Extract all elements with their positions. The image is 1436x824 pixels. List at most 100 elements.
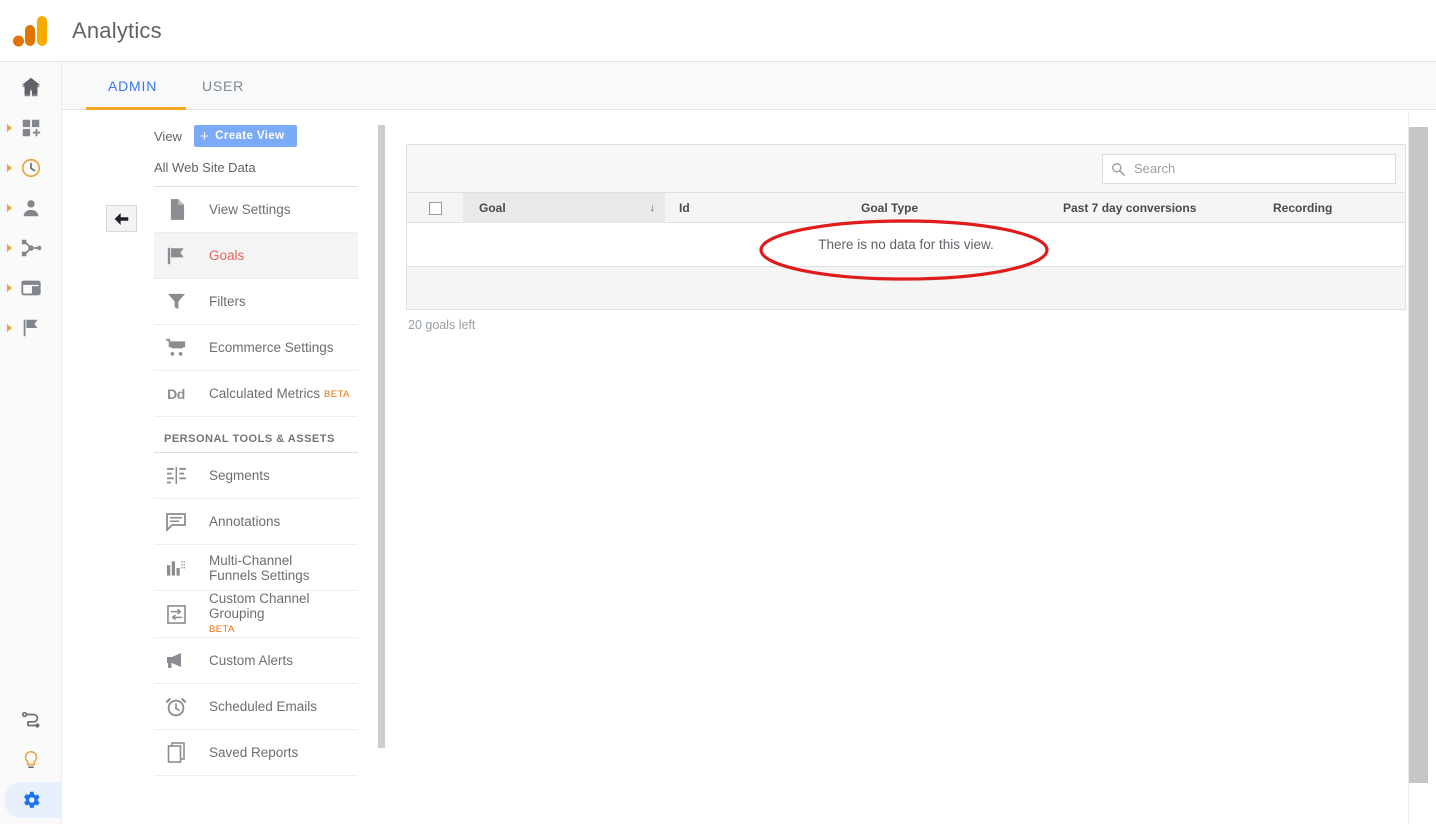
saved-reports-icon: [164, 742, 188, 764]
sort-descending-icon: ↓: [650, 202, 656, 214]
column-label: Goal: [479, 201, 506, 215]
select-all-checkbox[interactable]: [429, 202, 442, 215]
nav-label-text: Custom Channel Grouping: [209, 591, 310, 621]
nav-item-ecommerce-settings[interactable]: Ecommerce Settings: [154, 325, 358, 371]
nav-item-view-settings[interactable]: View Settings: [154, 187, 358, 233]
column-label: Id: [679, 201, 690, 215]
chevron-right-icon: [7, 204, 12, 212]
create-view-button[interactable]: + Create View: [194, 125, 297, 147]
plus-icon: +: [200, 129, 209, 144]
nav-item-multi-channel-funnels[interactable]: Multi-Channel Funnels Settings: [154, 545, 358, 591]
column-header-recording[interactable]: Recording: [1273, 193, 1403, 223]
attribution-path-icon: [20, 709, 42, 731]
view-label: View: [154, 129, 182, 144]
nav-label: Annotations: [209, 514, 280, 529]
flag-icon: [164, 245, 188, 267]
rail-item-attribution[interactable]: [0, 700, 62, 740]
funnel-icon: [164, 291, 188, 313]
chevron-right-icon: [7, 124, 12, 132]
page-scrollbar-thumb[interactable]: [1409, 127, 1428, 783]
nav-label: Segments: [209, 468, 270, 483]
realtime-clock-icon: [20, 157, 42, 179]
bar-chart-icon: [164, 557, 188, 579]
table-toolbar: [407, 145, 1405, 193]
rail-item-acquisition[interactable]: [0, 228, 62, 268]
chevron-right-icon: [7, 244, 12, 252]
personal-tools-list: Segments Annotations: [154, 453, 358, 776]
analytics-admin-page: Analytics: [0, 0, 1436, 824]
rail-item-realtime[interactable]: [0, 148, 62, 188]
panel-scrollbar[interactable]: [378, 125, 385, 748]
goals-table-card: Goal ↓ Id Goal Type Past 7 day conversio…: [406, 144, 1406, 310]
collapse-left-arrow-icon: [113, 212, 130, 226]
nav-item-goals[interactable]: Goals: [154, 233, 358, 279]
rail-bottom-group: [0, 700, 62, 820]
rail-item-discover[interactable]: [0, 740, 62, 780]
shopping-cart-icon: [164, 337, 188, 359]
tab-admin[interactable]: ADMIN: [108, 62, 157, 110]
nav-item-saved-reports[interactable]: Saved Reports: [154, 730, 358, 776]
admin-tabbar: ADMIN USER: [62, 62, 1436, 110]
collapse-panel-button[interactable]: [106, 205, 137, 232]
nav-label: Filters: [209, 294, 246, 309]
acquisition-share-icon: [20, 237, 42, 259]
conversions-flag-icon: [20, 317, 42, 339]
tab-user-label: USER: [202, 78, 244, 94]
chevron-right-icon: [7, 324, 12, 332]
section-header-personal-tools: PERSONAL TOOLS & ASSETS: [154, 417, 358, 453]
home-icon: [20, 75, 42, 97]
rail-item-conversions[interactable]: [0, 308, 62, 348]
nav-item-calculated-metrics[interactable]: Dd Calculated Metrics BETA: [154, 371, 358, 417]
nav-item-segments[interactable]: Segments: [154, 453, 358, 499]
tab-user[interactable]: USER: [202, 62, 244, 110]
analytics-logo-icon: [12, 14, 52, 48]
nav-label: Custom Alerts: [209, 653, 293, 668]
admin-gear-icon: [20, 789, 42, 811]
table-empty-message: There is no data for this view.: [407, 223, 1405, 267]
nav-label: Multi-Channel Funnels Settings: [209, 553, 344, 583]
rail-item-behavior[interactable]: [0, 268, 62, 308]
select-all-cell: [407, 193, 463, 223]
column-header-id[interactable]: Id: [665, 193, 861, 223]
column-label: Past 7 day conversions: [1063, 201, 1196, 215]
goals-left-label: 20 goals left: [406, 310, 1406, 332]
view-nav-list: View Settings Goals Filters: [154, 187, 358, 417]
column-header-past-7-day-conversions[interactable]: Past 7 day conversions: [1063, 193, 1273, 223]
nav-item-custom-alerts[interactable]: Custom Alerts: [154, 638, 358, 684]
nav-label: Goals: [209, 248, 244, 263]
behavior-window-icon: [20, 277, 42, 299]
nav-label-text: Calculated Metrics: [209, 386, 320, 401]
rail-item-customization[interactable]: [0, 108, 62, 148]
nav-item-annotations[interactable]: Annotations: [154, 499, 358, 545]
annotation-bubble-icon: [164, 511, 188, 533]
nav-label: Custom Channel Grouping BETA: [209, 591, 349, 637]
chevron-right-icon: [7, 164, 12, 172]
tab-admin-label: ADMIN: [108, 78, 157, 94]
rail-item-audience[interactable]: [0, 188, 62, 228]
view-header-row: View + Create View: [154, 111, 384, 147]
nav-label: Scheduled Emails: [209, 699, 317, 714]
left-icon-rail: [0, 62, 62, 824]
tabbar-home-icon-wrap[interactable]: [20, 75, 42, 102]
beta-badge: BETA: [324, 389, 350, 400]
nav-label: Saved Reports: [209, 745, 298, 760]
customization-grid-icon: [20, 117, 42, 139]
column-header-goal[interactable]: Goal ↓: [463, 193, 665, 223]
search-box[interactable]: [1102, 154, 1396, 184]
rail-item-admin[interactable]: [0, 780, 62, 820]
nav-item-custom-channel-grouping[interactable]: Custom Channel Grouping BETA: [154, 591, 358, 638]
dd-text-icon: Dd: [164, 383, 188, 405]
nav-item-filters[interactable]: Filters: [154, 279, 358, 325]
chevron-right-icon: [7, 284, 12, 292]
audience-person-icon: [20, 197, 42, 219]
nav-label: Ecommerce Settings: [209, 340, 334, 355]
search-input[interactable]: [1132, 160, 1382, 177]
column-header-goal-type[interactable]: Goal Type: [861, 193, 1063, 223]
beta-badge: BETA: [209, 622, 349, 637]
table-header-row: Goal ↓ Id Goal Type Past 7 day conversio…: [407, 193, 1405, 223]
nav-item-scheduled-emails[interactable]: Scheduled Emails: [154, 684, 358, 730]
column-label: Recording: [1273, 201, 1332, 215]
column-label: Goal Type: [861, 201, 918, 215]
table-footer-bar: [407, 267, 1405, 309]
channel-grouping-icon: [164, 603, 188, 625]
